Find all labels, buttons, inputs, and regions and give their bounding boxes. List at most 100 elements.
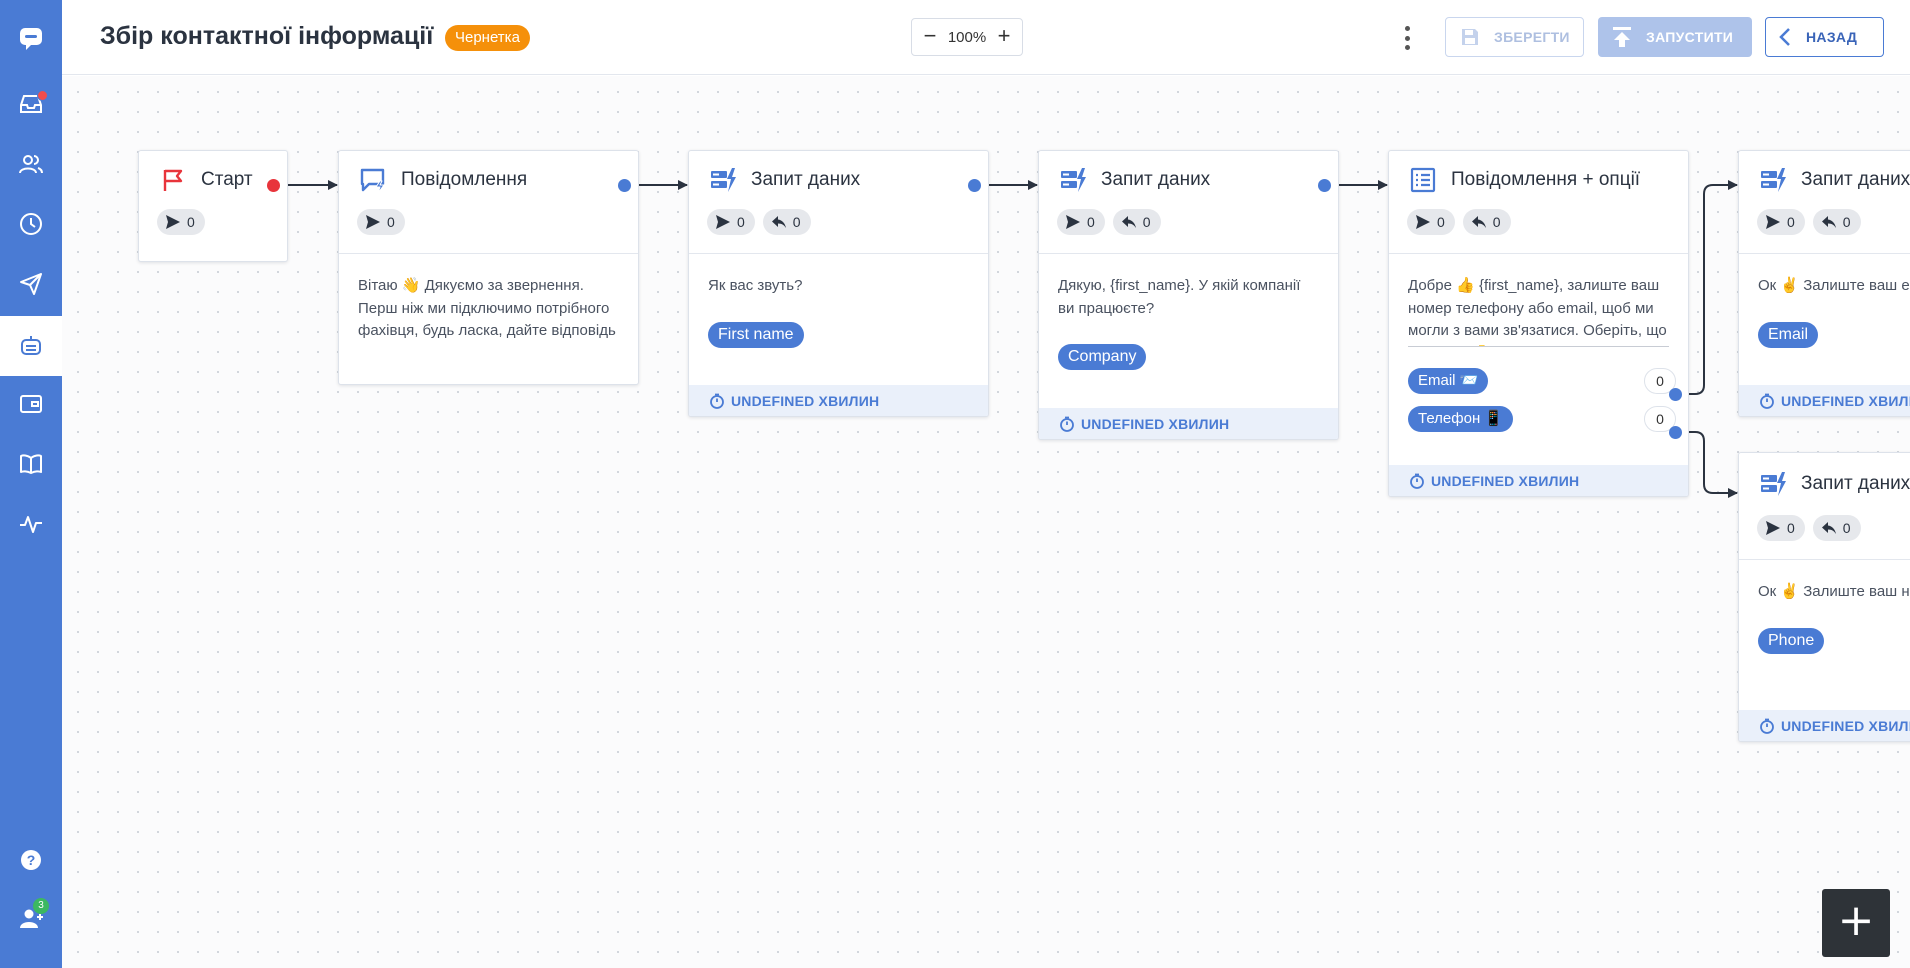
- sidebar-item-inbox[interactable]: [0, 76, 62, 132]
- save-icon: [1462, 29, 1478, 45]
- reply-icon: [1471, 216, 1486, 228]
- reply-counter: 0: [1462, 209, 1511, 235]
- send-icon: [1066, 215, 1080, 229]
- node-title: Повідомлення: [401, 169, 528, 190]
- node-title: Запит даних: [1101, 169, 1211, 190]
- reply-count: 0: [1842, 214, 1851, 230]
- reply-counter: 0: [1812, 209, 1861, 235]
- node-ask-name[interactable]: Запит даних 0 0 Як вас звуть? First name…: [688, 150, 989, 417]
- help-icon: ?: [21, 850, 41, 870]
- option-port-email[interactable]: [1669, 388, 1682, 401]
- output-port[interactable]: [968, 179, 981, 192]
- output-port[interactable]: [1318, 179, 1331, 192]
- app-window: ? 3 Збір контактної інформації Чернетка …: [0, 0, 1910, 968]
- reply-count: 0: [792, 214, 801, 230]
- timeout-label: UNDEFINED ХВИЛИН: [1781, 717, 1910, 734]
- reply-counter: 0: [1112, 209, 1161, 235]
- question-text: Ок ✌️ Залиште ваш номер телефону.: [1758, 583, 1910, 600]
- node-ask-phone[interactable]: Запит даних 0 0 Ок ✌️ Залиште ваш номер …: [1738, 452, 1910, 742]
- output-port[interactable]: [618, 179, 631, 192]
- question-text: Як вас звуть?: [708, 277, 803, 294]
- variable-pill: Email: [1758, 321, 1819, 348]
- timeout-footer: UNDEFINED ХВИЛИН: [1389, 465, 1688, 496]
- option-row-phone[interactable]: Телефон 📱 0: [1408, 400, 1676, 438]
- run-button[interactable]: ЗАПУСТИТИ: [1598, 17, 1752, 57]
- sidebar-item-bots[interactable]: [0, 316, 62, 376]
- sent-count: 0: [737, 214, 745, 230]
- question-text: Дякую, {first_name}. У якій компанії ви …: [1058, 277, 1301, 317]
- node-message[interactable]: Повідомлення 0 Вітаю 👋 Дякуємо за зверне…: [338, 150, 639, 385]
- data-request-icon: [1061, 168, 1086, 192]
- sent-counter: 0: [157, 209, 205, 235]
- timer-icon: [710, 393, 724, 409]
- node-title: Повідомлення + опції: [1451, 169, 1641, 190]
- zoom-in-button[interactable]: +: [994, 25, 1014, 47]
- sidebar-item-widgets[interactable]: [0, 376, 62, 432]
- zoom-level: 100%: [947, 28, 987, 46]
- send-icon: [1766, 521, 1780, 535]
- option-pill: Email 📨: [1408, 368, 1489, 394]
- send-icon: [166, 215, 180, 229]
- page-title: Збір контактної інформації: [100, 22, 434, 50]
- timeout-footer: UNDEFINED ХВИЛИН: [1739, 710, 1910, 741]
- question-text: Ок ✌️ Залиште ваш email.: [1758, 277, 1910, 294]
- flow-canvas[interactable]: Старт 0 Повідомлення 0 Вітаю 👋 Дякуємо з…: [62, 76, 1910, 968]
- node-title: Старт: [201, 169, 253, 190]
- variable-pill: Company: [1058, 344, 1147, 370]
- sent-count: 0: [1787, 520, 1795, 536]
- reply-icon: [1121, 216, 1136, 228]
- add-node-button[interactable]: +: [1822, 889, 1890, 957]
- zoom-control: − 100% +: [911, 18, 1023, 56]
- logo-icon[interactable]: [0, 10, 62, 66]
- output-port[interactable]: [267, 179, 280, 192]
- reply-icon: [1821, 522, 1836, 534]
- reply-count: 0: [1142, 214, 1151, 230]
- more-options-icon[interactable]: [1400, 24, 1414, 52]
- sidebar-item-team[interactable]: 3: [0, 890, 62, 946]
- sent-counter: 0: [357, 209, 405, 235]
- flag-icon: [163, 169, 183, 191]
- sidebar-item-knowledge[interactable]: [0, 436, 62, 492]
- sidebar-item-contacts[interactable]: [0, 136, 62, 192]
- timeout-label: UNDEFINED ХВИЛИН: [1431, 472, 1580, 489]
- knowledge-book-icon: [20, 454, 42, 474]
- sidebar-item-history[interactable]: [0, 196, 62, 252]
- node-ask-email[interactable]: Запит даних 0 0 Ок ✌️ Залиште ваш email.…: [1738, 150, 1910, 417]
- zoom-out-button[interactable]: −: [920, 25, 940, 47]
- data-request-icon: [1761, 168, 1786, 192]
- timeout-footer: UNDEFINED ХВИЛИН: [689, 385, 988, 416]
- save-label: ЗБЕРЕГТИ: [1494, 29, 1570, 45]
- reply-icon: [771, 216, 786, 228]
- save-button[interactable]: ЗБЕРЕГТИ: [1445, 17, 1584, 57]
- sidebar-item-analytics[interactable]: [0, 496, 62, 552]
- timer-icon: [1410, 473, 1424, 489]
- node-title: Запит даних: [1801, 169, 1910, 190]
- timeout-footer: UNDEFINED ХВИЛИН: [1039, 408, 1338, 439]
- message-text: Добре 👍 {first_name}, залиште ваш номер …: [1408, 275, 1669, 347]
- sent-counter: 0: [707, 209, 755, 235]
- message-text: Вітаю 👋 Дякуємо за звернення. Перш ніж м…: [358, 277, 616, 339]
- back-button[interactable]: НАЗАД: [1765, 17, 1884, 57]
- node-title: Запит даних: [751, 169, 861, 190]
- back-label: НАЗАД: [1806, 29, 1858, 45]
- variable-pill: Phone: [1758, 627, 1825, 654]
- node-message-options[interactable]: Повідомлення + опції 0 0 Добре 👍 {first_…: [1388, 150, 1689, 497]
- reply-icon: [1821, 216, 1836, 228]
- team-count-badge: 3: [33, 898, 49, 914]
- contacts-icon: [19, 155, 43, 174]
- sent-counter: 0: [1407, 209, 1455, 235]
- connection-options-email: [1682, 180, 1738, 395]
- notification-dot: [37, 90, 48, 101]
- broadcast-icon: [20, 273, 42, 295]
- sent-counter: 0: [1057, 209, 1105, 235]
- variable-pill: First name: [708, 321, 804, 348]
- option-row-email[interactable]: Email 📨 0: [1408, 362, 1676, 400]
- sidebar-item-broadcast[interactable]: [0, 256, 62, 312]
- sidebar-item-help[interactable]: ?: [0, 832, 62, 888]
- option-port-phone[interactable]: [1669, 426, 1682, 439]
- node-start[interactable]: Старт 0: [138, 150, 288, 262]
- send-icon: [1416, 215, 1430, 229]
- reply-count: 0: [1492, 214, 1501, 230]
- data-request-icon: [711, 168, 736, 192]
- node-ask-company[interactable]: Запит даних 0 0 Дякую, {first_name}. У я…: [1038, 150, 1339, 440]
